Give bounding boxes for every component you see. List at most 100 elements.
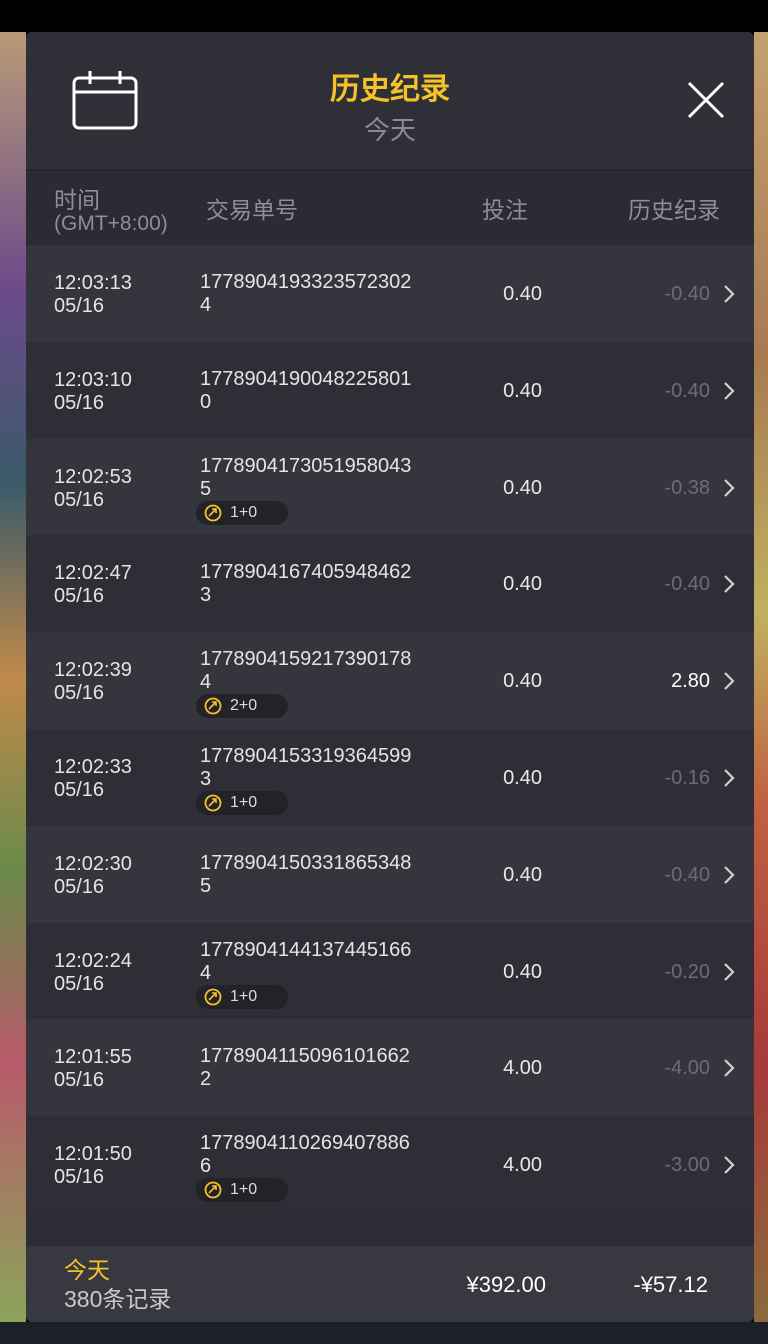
row-bet: 0.40	[503, 766, 542, 789]
row-bet: 0.40	[503, 379, 542, 402]
chevron-right-icon[interactable]	[722, 1057, 736, 1079]
row-date-value: 05/16	[54, 682, 105, 705]
free-spin-badge: 1+0	[196, 1178, 288, 1203]
row-bet: 0.40	[503, 573, 542, 596]
column-header: 时间 (GMT+8:00) 交易单号 投注 历史纪录	[26, 171, 754, 245]
history-row[interactable]: 12:02:33 05/16 17789041533193645993 0.40 -0.…	[26, 728, 754, 826]
close-icon	[687, 81, 725, 119]
summary-total-win: -¥57.12	[633, 1272, 708, 1297]
row-transaction-id: 17789041441374451664	[200, 938, 412, 984]
row-bet: 4.00	[503, 1057, 542, 1080]
history-row[interactable]: 12:02:47 05/16 17789041674059484623 0.40 -0.…	[26, 535, 754, 633]
row-time-value: 12:02:30	[54, 852, 132, 875]
status-bar	[0, 0, 768, 32]
row-history-result: 2.80	[671, 670, 710, 693]
chevron-right-icon[interactable]	[722, 283, 736, 305]
row-transaction-id: 17789041674059484623	[200, 561, 412, 607]
column-time: 时间 (GMT+8:00)	[54, 188, 168, 236]
row-bet: 0.40	[503, 283, 542, 305]
free-spin-count: 1+0	[230, 1181, 258, 1199]
free-spin-count: 2+0	[230, 697, 258, 715]
row-transaction-id: 17789041533193645993	[200, 744, 412, 790]
free-spin-badge: 1+0	[196, 790, 288, 815]
row-history-result: -0.20	[664, 960, 710, 983]
row-transaction-id: 17789041592173901784	[200, 648, 412, 694]
chevron-right-icon[interactable]	[722, 1154, 736, 1176]
row-time-value: 12:01:55	[54, 1046, 132, 1069]
panel-header: 历史纪录 今天	[26, 32, 754, 171]
row-date-value: 05/16	[54, 972, 105, 995]
row-date-value: 05/16	[54, 1069, 105, 1092]
column-bet: 投注	[482, 197, 528, 223]
row-time-value: 12:02:47	[54, 562, 132, 585]
row-time-value: 12:02:24	[54, 949, 132, 972]
free-spin-badge: 2+0	[196, 694, 288, 719]
free-spin-count: 1+0	[230, 987, 258, 1005]
row-bet: 0.40	[503, 960, 542, 983]
spin-icon	[204, 794, 222, 812]
row-bet: 0.40	[503, 476, 542, 499]
row-time: 12:02:53 05/16	[54, 466, 132, 512]
row-history-result: -4.00	[664, 1057, 710, 1080]
row-history-result: -3.00	[664, 1154, 710, 1177]
history-panel: 历史纪录 今天 时间 (GMT+8:00) 交易单号 投注 历史纪录 12:03…	[26, 32, 754, 1322]
row-transaction-id: 17789041900482258010	[200, 367, 412, 413]
history-row[interactable]: 12:01:50 05/16 17789041102694078866 4.00 -3.…	[26, 1116, 754, 1213]
row-time: 12:02:33 05/16	[54, 756, 132, 802]
column-history: 历史纪录	[628, 197, 720, 223]
row-time-value: 12:02:39	[54, 659, 132, 682]
row-history-result: -0.40	[664, 863, 710, 886]
history-row[interactable]: 12:02:24 05/16 17789041441374451664 0.40 -0.…	[26, 922, 754, 1020]
row-date-value: 05/16	[54, 488, 105, 511]
history-row[interactable]: 12:01:55 05/16 17789041150961016622 4.00 -4.…	[26, 1019, 754, 1117]
chevron-right-icon[interactable]	[722, 380, 736, 402]
free-spin-count: 1+0	[230, 793, 258, 811]
spin-icon	[204, 1181, 222, 1199]
column-timezone-label: (GMT+8:00)	[54, 212, 168, 235]
row-time-value: 12:03:13	[54, 272, 132, 294]
date-filter-label[interactable]: 今天	[26, 114, 754, 146]
spin-icon	[204, 988, 222, 1006]
chevron-right-icon[interactable]	[722, 477, 736, 499]
row-history-result: -0.16	[664, 766, 710, 789]
row-bet: 4.00	[503, 1154, 542, 1177]
row-time: 12:02:30 05/16	[54, 853, 132, 899]
page-title: 历史纪录	[330, 73, 450, 106]
summary-footer: 今天 380条记录 ¥392.00 -¥57.12	[26, 1246, 754, 1322]
chevron-right-icon[interactable]	[722, 961, 736, 983]
history-row[interactable]: 12:02:39 05/16 17789041592173901784 0.40 2.8…	[26, 632, 754, 729]
row-bet: 0.40	[503, 670, 542, 693]
row-time-value: 12:02:33	[54, 755, 132, 778]
chevron-right-icon[interactable]	[722, 767, 736, 789]
row-time: 12:02:39 05/16	[54, 659, 132, 705]
navigation-bar	[0, 1322, 768, 1344]
summary-count: 380条记录	[64, 1286, 172, 1312]
row-time-value: 12:01:50	[54, 1143, 132, 1166]
row-transaction-id: 17789041150961016622	[200, 1045, 410, 1091]
summary-period: 今天	[64, 1257, 110, 1283]
row-time: 12:03:10 05/16	[54, 369, 132, 415]
row-date-value: 05/16	[54, 391, 105, 414]
game-background-right	[754, 32, 768, 1322]
row-time-value: 12:03:10	[54, 368, 132, 391]
history-row[interactable]: 12:02:53 05/16 17789041730519580435 0.40 -0.…	[26, 438, 754, 536]
free-spin-count: 1+0	[230, 503, 258, 521]
column-time-label: 时间	[54, 187, 100, 213]
history-row[interactable]: 12:03:10 05/16 17789041900482258010 0.40 -0.…	[26, 341, 754, 439]
row-time: 12:02:24 05/16	[54, 950, 132, 996]
chevron-right-icon[interactable]	[722, 864, 736, 886]
row-date-value: 05/16	[54, 295, 105, 317]
close-button[interactable]	[686, 80, 726, 120]
row-time: 12:02:47 05/16	[54, 562, 132, 608]
chevron-right-icon[interactable]	[722, 670, 736, 692]
history-row[interactable]: 12:03:13 05/16 17789041933235723024 0.40 -0.…	[26, 245, 754, 342]
row-history-result: -0.40	[664, 573, 710, 596]
free-spin-badge: 1+0	[196, 984, 288, 1009]
chevron-right-icon[interactable]	[722, 573, 736, 595]
row-history-result: -0.40	[664, 379, 710, 402]
spin-icon	[204, 504, 222, 522]
column-transaction: 交易单号	[206, 197, 298, 223]
row-transaction-id: 17789041730519580435	[200, 454, 412, 500]
row-transaction-id: 17789041933235723024	[200, 271, 412, 316]
history-row[interactable]: 12:02:30 05/16 17789041503318653485 0.40 -0.…	[26, 825, 754, 923]
